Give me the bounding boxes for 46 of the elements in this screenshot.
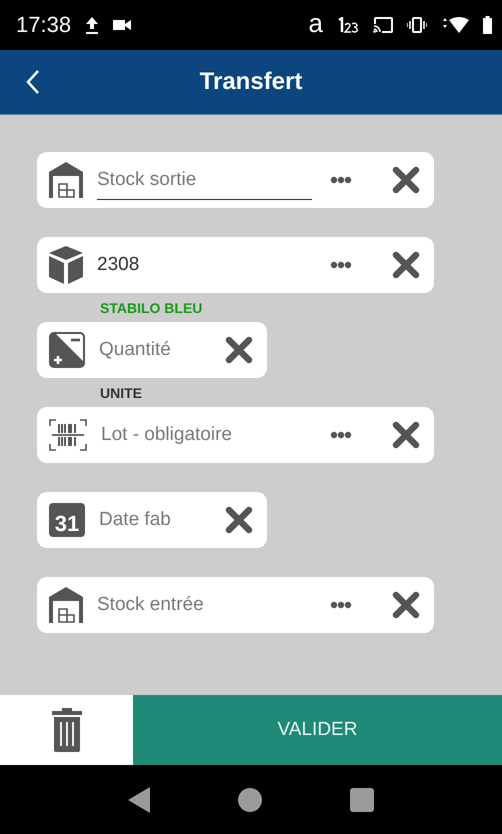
warehouse-icon <box>49 162 83 198</box>
wifi-icon <box>441 17 469 33</box>
warehouse-icon <box>49 587 83 623</box>
more-dots-icon <box>330 261 352 269</box>
input-field[interactable]: Lot - obligatoire <box>101 415 312 455</box>
validate-button[interactable]: VALIDER <box>133 695 502 765</box>
close-icon <box>392 251 420 279</box>
page-title: Transfert <box>198 68 304 96</box>
clear-button[interactable] <box>223 334 255 366</box>
battery-icon <box>483 16 492 34</box>
clear-button[interactable] <box>390 589 422 621</box>
clear-button[interactable] <box>390 164 422 196</box>
close-icon <box>392 591 420 619</box>
recents-nav-icon[interactable] <box>350 788 374 812</box>
cast-icon <box>373 17 393 33</box>
more-dots-icon <box>330 176 352 184</box>
trash-icon <box>52 708 82 752</box>
item-caption: UNITE <box>100 385 142 401</box>
close-icon <box>225 336 253 364</box>
input-field[interactable]: Stock entrée <box>97 585 312 625</box>
close-icon <box>225 506 253 534</box>
close-icon <box>392 421 420 449</box>
barcode-scan-icon <box>49 418 87 452</box>
video-camera-icon <box>113 19 132 31</box>
item-caption: STABILO BLEU <box>100 300 202 316</box>
clear-button[interactable] <box>223 504 255 536</box>
vibrate-icon <box>407 17 427 33</box>
clear-button[interactable] <box>390 249 422 281</box>
input-field[interactable]: 2308 <box>97 245 312 285</box>
upload-icon <box>85 16 100 34</box>
status-time: 17:38 <box>16 12 72 38</box>
back-nav-icon[interactable] <box>128 786 150 812</box>
more-dots-icon <box>330 431 352 439</box>
input-field[interactable]: Date fab <box>99 500 209 540</box>
close-icon <box>392 166 420 194</box>
input-field[interactable]: Stock sortie <box>97 160 312 200</box>
box-icon <box>49 246 83 284</box>
plus-minus-icon <box>49 332 85 368</box>
status-letter: a <box>308 10 323 36</box>
more-dots-icon <box>330 601 352 609</box>
back-icon <box>26 69 40 95</box>
calendar-icon: 31 <box>49 503 85 537</box>
input-field[interactable]: Quantité <box>99 330 209 370</box>
numeric-icon <box>337 17 359 33</box>
clear-button[interactable] <box>390 419 422 451</box>
home-nav-icon[interactable] <box>238 788 262 812</box>
